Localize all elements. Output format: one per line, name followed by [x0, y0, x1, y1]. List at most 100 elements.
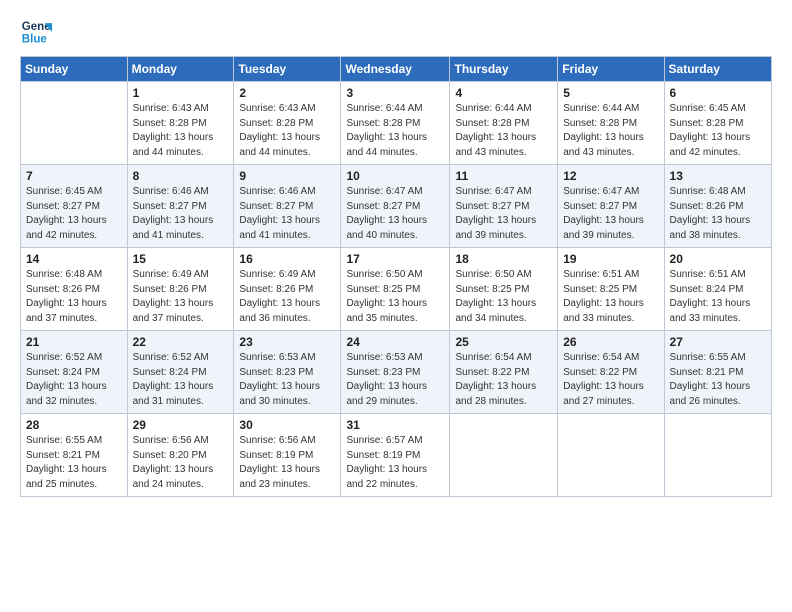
calendar-cell: 18 Sunrise: 6:50 AMSunset: 8:25 PMDayligh… [450, 248, 558, 331]
calendar-cell: 3 Sunrise: 6:44 AMSunset: 8:28 PMDaylight… [341, 82, 450, 165]
cell-info: Sunrise: 6:50 AMSunset: 8:25 PMDaylight:… [346, 268, 444, 326]
day-number: 1 [133, 86, 229, 100]
day-number: 25 [455, 335, 552, 349]
calendar-table: SundayMondayTuesdayWednesdayThursdayFrid… [20, 56, 772, 497]
calendar-cell: 15 Sunrise: 6:49 AMSunset: 8:26 PMDayligh… [127, 248, 234, 331]
calendar-cell: 4 Sunrise: 6:44 AMSunset: 8:28 PMDaylight… [450, 82, 558, 165]
week-row-5: 28 Sunrise: 6:55 AMSunset: 8:21 PMDayligh… [21, 414, 772, 497]
cell-info: Sunrise: 6:52 AMSunset: 8:24 PMDaylight:… [26, 351, 122, 409]
col-header-saturday: Saturday [664, 57, 771, 82]
cell-info: Sunrise: 6:54 AMSunset: 8:22 PMDaylight:… [563, 351, 658, 409]
calendar-cell: 25 Sunrise: 6:54 AMSunset: 8:22 PMDayligh… [450, 331, 558, 414]
cell-info: Sunrise: 6:45 AMSunset: 8:28 PMDaylight:… [670, 102, 766, 160]
cell-info: Sunrise: 6:46 AMSunset: 8:27 PMDaylight:… [239, 185, 335, 243]
calendar-cell: 23 Sunrise: 6:53 AMSunset: 8:23 PMDayligh… [234, 331, 341, 414]
calendar-cell: 8 Sunrise: 6:46 AMSunset: 8:27 PMDaylight… [127, 165, 234, 248]
day-number: 19 [563, 252, 658, 266]
cell-info: Sunrise: 6:53 AMSunset: 8:23 PMDaylight:… [239, 351, 335, 409]
cell-info: Sunrise: 6:49 AMSunset: 8:26 PMDaylight:… [133, 268, 229, 326]
day-number: 24 [346, 335, 444, 349]
day-number: 5 [563, 86, 658, 100]
day-number: 26 [563, 335, 658, 349]
page: General Blue SundayMondayTuesdayWednesda… [0, 0, 792, 612]
day-number: 3 [346, 86, 444, 100]
col-header-friday: Friday [558, 57, 664, 82]
cell-info: Sunrise: 6:54 AMSunset: 8:22 PMDaylight:… [455, 351, 552, 409]
calendar-cell: 27 Sunrise: 6:55 AMSunset: 8:21 PMDayligh… [664, 331, 771, 414]
week-row-1: 1 Sunrise: 6:43 AMSunset: 8:28 PMDaylight… [21, 82, 772, 165]
cell-info: Sunrise: 6:51 AMSunset: 8:25 PMDaylight:… [563, 268, 658, 326]
calendar-cell: 28 Sunrise: 6:55 AMSunset: 8:21 PMDayligh… [21, 414, 128, 497]
calendar-cell: 2 Sunrise: 6:43 AMSunset: 8:28 PMDaylight… [234, 82, 341, 165]
svg-text:Blue: Blue [22, 34, 48, 46]
day-number: 20 [670, 252, 766, 266]
calendar-cell: 10Sunrise: 6:47 AMSunset: 8:27 PMDayligh… [341, 165, 450, 248]
calendar-cell: 17 Sunrise: 6:50 AMSunset: 8:25 PMDayligh… [341, 248, 450, 331]
calendar-cell [21, 82, 128, 165]
cell-info: Sunrise: 6:47 AMSunset: 8:27 PMDaylight:… [455, 185, 552, 243]
calendar-cell: 12Sunrise: 6:47 AMSunset: 8:27 PMDayligh… [558, 165, 664, 248]
day-number: 15 [133, 252, 229, 266]
header: General Blue [20, 16, 772, 48]
svg-text:General: General [22, 21, 52, 33]
calendar-cell: 7Sunrise: 6:45 AMSunset: 8:27 PMDaylight… [21, 165, 128, 248]
calendar-cell: 19 Sunrise: 6:51 AMSunset: 8:25 PMDayligh… [558, 248, 664, 331]
cell-info: Sunrise: 6:44 AMSunset: 8:28 PMDaylight:… [563, 102, 658, 160]
calendar-cell: 11Sunrise: 6:47 AMSunset: 8:27 PMDayligh… [450, 165, 558, 248]
cell-info: Sunrise: 6:52 AMSunset: 8:24 PMDaylight:… [133, 351, 229, 409]
header-row: SundayMondayTuesdayWednesdayThursdayFrid… [21, 57, 772, 82]
col-header-tuesday: Tuesday [234, 57, 341, 82]
logo-icon: General Blue [20, 16, 52, 48]
col-header-thursday: Thursday [450, 57, 558, 82]
calendar-cell: 24 Sunrise: 6:53 AMSunset: 8:23 PMDayligh… [341, 331, 450, 414]
calendar-cell: 26 Sunrise: 6:54 AMSunset: 8:22 PMDayligh… [558, 331, 664, 414]
cell-info: Sunrise: 6:44 AMSunset: 8:28 PMDaylight:… [455, 102, 552, 160]
cell-info: Sunrise: 6:56 AMSunset: 8:20 PMDaylight:… [133, 434, 229, 492]
calendar-cell: 31Sunrise: 6:57 AMSunset: 8:19 PMDayligh… [341, 414, 450, 497]
day-number: 28 [26, 418, 122, 432]
calendar-cell: 6 Sunrise: 6:45 AMSunset: 8:28 PMDaylight… [664, 82, 771, 165]
cell-info: Sunrise: 6:53 AMSunset: 8:23 PMDaylight:… [346, 351, 444, 409]
day-number: 10 [346, 169, 444, 183]
cell-info: Sunrise: 6:56 AMSunset: 8:19 PMDaylight:… [239, 434, 335, 492]
cell-info: Sunrise: 6:55 AMSunset: 8:21 PMDaylight:… [26, 434, 122, 492]
day-number: 23 [239, 335, 335, 349]
calendar-cell: 5 Sunrise: 6:44 AMSunset: 8:28 PMDaylight… [558, 82, 664, 165]
cell-info: Sunrise: 6:44 AMSunset: 8:28 PMDaylight:… [346, 102, 444, 160]
cell-info: Sunrise: 6:46 AMSunset: 8:27 PMDaylight:… [133, 185, 229, 243]
day-number: 2 [239, 86, 335, 100]
week-row-3: 14Sunrise: 6:48 AMSunset: 8:26 PMDayligh… [21, 248, 772, 331]
day-number: 8 [133, 169, 229, 183]
day-number: 13 [670, 169, 766, 183]
cell-info: Sunrise: 6:45 AMSunset: 8:27 PMDaylight:… [26, 185, 122, 243]
calendar-cell: 30 Sunrise: 6:56 AMSunset: 8:19 PMDayligh… [234, 414, 341, 497]
day-number: 4 [455, 86, 552, 100]
day-number: 16 [239, 252, 335, 266]
calendar-cell [664, 414, 771, 497]
cell-info: Sunrise: 6:43 AMSunset: 8:28 PMDaylight:… [239, 102, 335, 160]
calendar-cell: 20 Sunrise: 6:51 AMSunset: 8:24 PMDayligh… [664, 248, 771, 331]
calendar-cell: 21Sunrise: 6:52 AMSunset: 8:24 PMDayligh… [21, 331, 128, 414]
day-number: 17 [346, 252, 444, 266]
cell-info: Sunrise: 6:48 AMSunset: 8:26 PMDaylight:… [670, 185, 766, 243]
cell-info: Sunrise: 6:43 AMSunset: 8:28 PMDaylight:… [133, 102, 229, 160]
cell-info: Sunrise: 6:51 AMSunset: 8:24 PMDaylight:… [670, 268, 766, 326]
day-number: 6 [670, 86, 766, 100]
col-header-sunday: Sunday [21, 57, 128, 82]
cell-info: Sunrise: 6:55 AMSunset: 8:21 PMDaylight:… [670, 351, 766, 409]
cell-info: Sunrise: 6:48 AMSunset: 8:26 PMDaylight:… [26, 268, 122, 326]
calendar-cell [450, 414, 558, 497]
calendar-cell: 16Sunrise: 6:49 AMSunset: 8:26 PMDayligh… [234, 248, 341, 331]
calendar-cell: 14Sunrise: 6:48 AMSunset: 8:26 PMDayligh… [21, 248, 128, 331]
day-number: 30 [239, 418, 335, 432]
calendar-cell: 13 Sunrise: 6:48 AMSunset: 8:26 PMDayligh… [664, 165, 771, 248]
calendar-cell: 1 Sunrise: 6:43 AMSunset: 8:28 PMDaylight… [127, 82, 234, 165]
day-number: 18 [455, 252, 552, 266]
week-row-2: 7Sunrise: 6:45 AMSunset: 8:27 PMDaylight… [21, 165, 772, 248]
cell-info: Sunrise: 6:50 AMSunset: 8:25 PMDaylight:… [455, 268, 552, 326]
calendar-cell: 9Sunrise: 6:46 AMSunset: 8:27 PMDaylight… [234, 165, 341, 248]
cell-info: Sunrise: 6:57 AMSunset: 8:19 PMDaylight:… [346, 434, 444, 492]
week-row-4: 21Sunrise: 6:52 AMSunset: 8:24 PMDayligh… [21, 331, 772, 414]
day-number: 27 [670, 335, 766, 349]
day-number: 22 [133, 335, 229, 349]
